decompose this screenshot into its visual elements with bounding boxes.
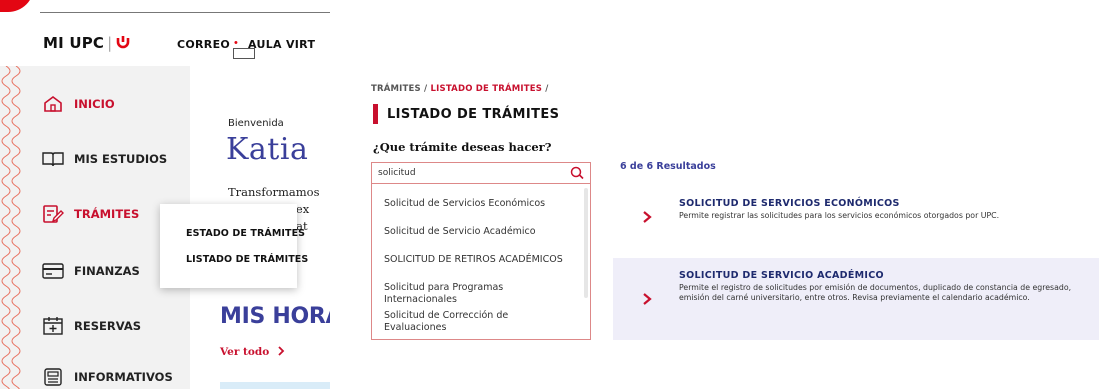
upc-logo-icon <box>117 36 130 49</box>
book-icon <box>42 149 64 169</box>
suggestions-scrollbar[interactable] <box>584 188 588 298</box>
user-name: Katia <box>226 132 309 167</box>
sidebar-item-finanzas[interactable]: FINANZAS <box>42 258 140 284</box>
submenu-item-estado-tramites[interactable]: ESTADO DE TRÁMITES <box>186 228 305 239</box>
see-all-label: Ver todo <box>220 346 270 358</box>
schedule-heading: MIS HORAR <box>220 304 330 329</box>
suggestion-item[interactable]: SOLICITUD DE RETIROS ACADÉMICOS <box>384 254 564 266</box>
brand-name: MI UPC <box>43 34 105 52</box>
breadcrumb: TRÁMITES / LISTADO DE TRÁMITES / <box>371 84 549 94</box>
search-input[interactable] <box>372 163 562 183</box>
welcome-line-1: Transformamos <box>228 185 320 199</box>
breadcrumb-trailing: / <box>545 84 549 94</box>
breadcrumb-current: LISTADO DE TRÁMITES <box>430 84 543 94</box>
divider <box>40 12 330 13</box>
document-edit-icon <box>42 204 64 224</box>
sidebar-item-label: TRÁMITES <box>74 207 140 221</box>
page-title: LISTADO DE TRÁMITES <box>387 106 560 122</box>
sidebar-item-label: FINANZAS <box>74 264 140 278</box>
see-all-link[interactable]: Ver todo <box>220 346 286 358</box>
title-accent-bar <box>373 104 378 124</box>
decorative-wave-pattern <box>1 66 21 389</box>
correo-label: CORREO <box>177 38 231 51</box>
sidebar-item-label: INICIO <box>74 97 115 111</box>
home-icon <box>42 94 64 114</box>
sidebar-item-label: RESERVAS <box>74 319 142 333</box>
suggestion-item[interactable]: Solicitud de Servicio Académico <box>384 226 564 238</box>
chevron-right-icon <box>643 211 652 223</box>
suggestion-item[interactable]: Solicitud para Programas Internacionales <box>384 282 564 306</box>
page-title-row: LISTADO DE TRÁMITES <box>373 104 559 124</box>
result-description: Permite el registro de solicitudes por e… <box>679 283 1072 302</box>
listado-tramites-snapshot: TRÁMITES / LISTADO DE TRÁMITES / LISTADO… <box>345 72 1099 340</box>
search-button[interactable] <box>568 165 586 181</box>
sidebar-item-tramites[interactable]: TRÁMITES <box>42 201 139 227</box>
result-card-servicio-academico[interactable]: SOLICITUD DE SERVICIO ACADÉMICO Permite … <box>613 258 1099 340</box>
results-count: 6 de 6 Resultados <box>620 161 716 172</box>
top-bar: MI UPC| CORREO. • AULA VIRT <box>0 26 330 66</box>
brand-corner-shape <box>0 0 34 12</box>
sidebar-item-inicio[interactable]: INICIO <box>42 91 115 117</box>
link-separator: • <box>234 37 238 49</box>
search-suggestions: Solicitud de Servicios Económicos Solici… <box>371 184 591 340</box>
schedule-card-edge <box>220 382 330 389</box>
search-prompt: ¿Que trámite deseas hacer? <box>373 140 552 154</box>
result-card-servicios-economicos[interactable]: SOLICITUD DE SERVICIOS ECONÓMICOS Permit… <box>613 178 1099 260</box>
tramites-submenu: ESTADO DE TRÁMITES LISTADO DE TRÁMITES <box>160 204 308 288</box>
sidebar-item-mis-estudios[interactable]: MIS ESTUDIOS <box>42 146 167 172</box>
search-field <box>371 162 591 184</box>
suggestion-item[interactable]: Solicitud de Corrección de Evaluaciones <box>384 310 564 334</box>
suggestion-item[interactable]: Solicitud de Servicios Económicos <box>384 198 564 210</box>
sidebar-item-label: MIS ESTUDIOS <box>74 152 168 166</box>
calendar-plus-icon <box>42 316 64 336</box>
news-icon <box>42 367 64 387</box>
chevron-right-icon <box>643 293 652 305</box>
search-icon <box>570 166 584 180</box>
aula-virtual-link[interactable]: AULA VIRT <box>248 38 315 51</box>
correo-link[interactable]: CORREO. <box>177 38 256 59</box>
submenu-item-listado-tramites[interactable]: LISTADO DE TRÁMITES <box>186 254 308 265</box>
chevron-right-icon <box>278 346 285 356</box>
sidebar-item-reservas[interactable]: RESERVAS <box>42 313 141 339</box>
card-icon <box>42 261 64 281</box>
mi-upc-home-snapshot: MI UPC| CORREO. • AULA VIRT INICIO MIS E… <box>0 0 330 389</box>
breadcrumb-separator: / <box>424 84 428 94</box>
sidebar-item-label: INFORMATIVOS <box>74 370 173 384</box>
result-description: Permite registrar las solicitudes para l… <box>679 211 1000 220</box>
aula-label: AULA VIRT <box>248 38 316 51</box>
result-title: SOLICITUD DE SERVICIOS ECONÓMICOS <box>679 198 900 209</box>
breadcrumb-root[interactable]: TRÁMITES <box>371 84 421 94</box>
brand-logo[interactable]: MI UPC | <box>43 34 131 52</box>
welcome-greeting: Bienvenida <box>228 118 284 129</box>
sidebar-item-informativos[interactable]: INFORMATIVOS <box>42 364 173 389</box>
result-title: SOLICITUD DE SERVICIO ACADÉMICO <box>679 270 884 281</box>
